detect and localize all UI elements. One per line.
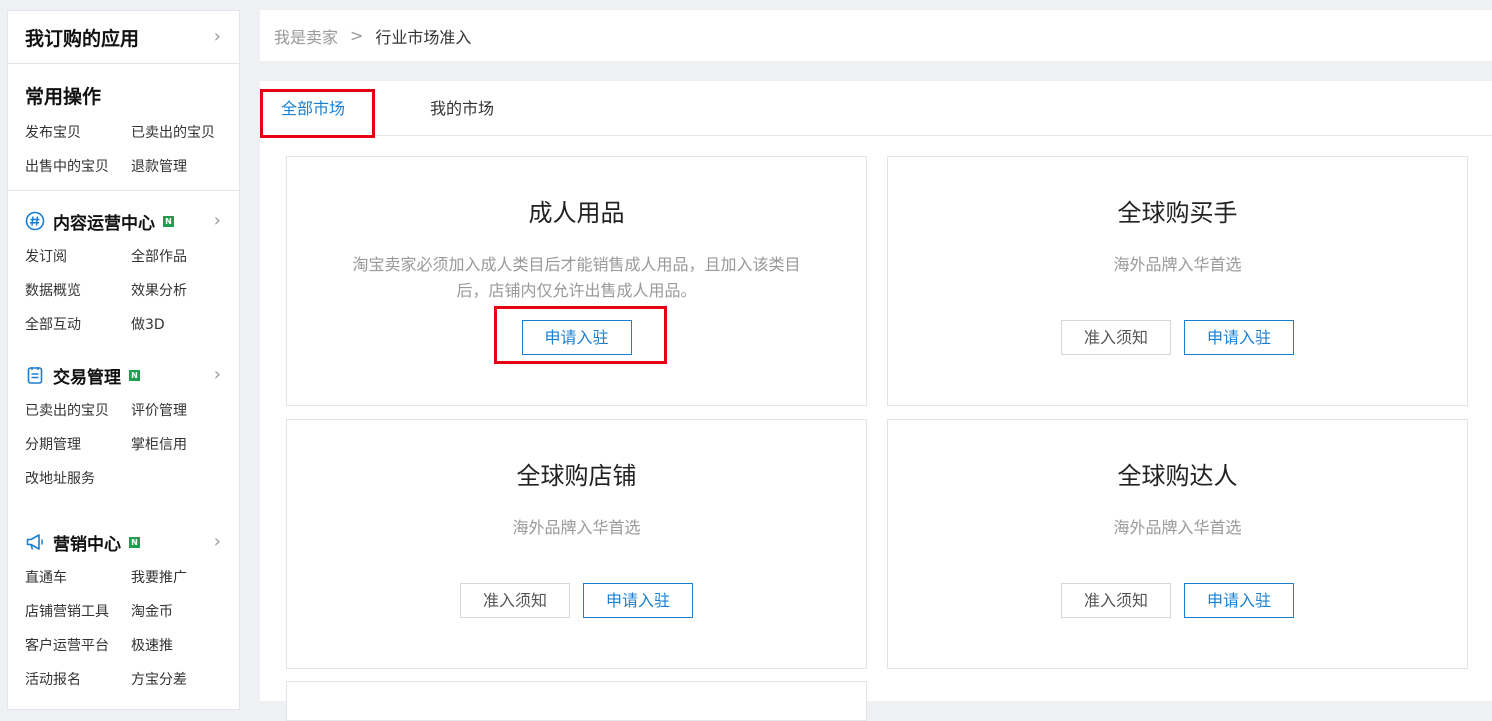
new-badge: N: [129, 369, 140, 381]
common-actions-title: 常用操作: [25, 85, 102, 108]
chevron-right-icon[interactable]: ›: [214, 212, 221, 230]
sidebar-link[interactable]: 活动报名: [25, 663, 131, 697]
market-card: [286, 681, 867, 721]
hashtag-icon: [25, 211, 45, 231]
card-title: 全球购买手: [1117, 199, 1238, 227]
card-description: 海外品牌入华首选: [1113, 255, 1242, 274]
sidebar-link[interactable]: 数据概览: [25, 274, 131, 308]
market-card: 全球购买手 海外品牌入华首选 准入须知 申请入驻: [887, 156, 1468, 406]
card-title: 全球购店铺: [516, 462, 637, 490]
sidebar-link[interactable]: 店铺营销工具: [25, 595, 131, 629]
sidebar-link[interactable]: 效果分析: [131, 274, 241, 308]
sidebar-link[interactable]: 极速推: [131, 629, 241, 663]
chevron-right-icon[interactable]: ›: [214, 28, 221, 46]
sidebar-link[interactable]: 掌柜信用: [131, 428, 241, 462]
apply-button[interactable]: 申请入驻: [583, 583, 693, 618]
notice-button[interactable]: 准入须知: [1061, 320, 1171, 355]
sidebar-link[interactable]: 改地址服务: [25, 462, 131, 496]
trade-title: 交易管理: [53, 367, 121, 388]
content-center-section: 内容运营中心 N › 发订阅 全部作品 数据概览 效果分析 全部互动 做3D: [8, 191, 239, 342]
market-tabs: 全部市场 我的市场: [260, 81, 1492, 138]
highlight-box: [494, 306, 667, 364]
sidebar-link[interactable]: 直通车: [25, 561, 131, 595]
my-apps-header[interactable]: 我订购的应用 ›: [8, 11, 239, 64]
breadcrumb-separator: >: [350, 26, 364, 45]
chevron-right-icon[interactable]: ›: [214, 366, 221, 384]
sidebar-link[interactable]: 客户运营平台: [25, 629, 131, 663]
notice-button[interactable]: 准入须知: [1061, 583, 1171, 618]
card-title: 全球购达人: [1117, 462, 1238, 490]
card-actions: 准入须知 申请入驻: [888, 583, 1467, 618]
content-center-title: 内容运营中心: [53, 213, 155, 234]
market-card: 全球购店铺 海外品牌入华首选 准入须知 申请入驻: [286, 419, 867, 669]
sidebar-link[interactable]: 淘金币: [131, 595, 241, 629]
sidebar-link[interactable]: 发布宝贝: [25, 116, 131, 150]
breadcrumb-root[interactable]: 我是卖家: [274, 24, 338, 48]
megaphone-icon: [25, 532, 45, 552]
clipboard-icon: [25, 365, 45, 385]
chevron-right-icon[interactable]: ›: [214, 533, 221, 551]
apply-button[interactable]: 申请入驻: [1184, 583, 1294, 618]
notice-button[interactable]: 准入须知: [460, 583, 570, 618]
sidebar-link[interactable]: 我要推广: [131, 561, 241, 595]
card-description: 海外品牌入华首选: [512, 518, 641, 537]
sidebar-link[interactable]: 方宝分差: [131, 663, 241, 697]
breadcrumb: 我是卖家 > 行业市场准入: [260, 10, 1492, 61]
sidebar-link[interactable]: 已卖出的宝贝: [131, 116, 241, 150]
marketing-section: 营销中心 N › 直通车 我要推广 店铺营销工具 淘金币 客户运营平台 极速推 …: [8, 496, 239, 697]
tab-my-markets[interactable]: 我的市场: [430, 81, 494, 136]
apply-button[interactable]: 申请入驻: [1184, 320, 1294, 355]
breadcrumb-current: 行业市场准入: [375, 27, 472, 47]
common-actions-section: 常用操作 发布宝贝 已卖出的宝贝 出售中的宝贝 退款管理: [8, 64, 239, 191]
card-description: 淘宝卖家必须加入成人类目后才能销售成人用品，且加入该类目后，店铺内仅允许出售成人…: [352, 255, 801, 300]
sidebar-link[interactable]: 分期管理: [25, 428, 131, 462]
marketing-title: 营销中心: [53, 534, 121, 555]
sidebar-link[interactable]: 评价管理: [131, 394, 241, 428]
sidebar-link[interactable]: 全部互动: [25, 308, 131, 342]
sidebar-link[interactable]: 全部作品: [131, 240, 241, 274]
highlight-box: [260, 89, 375, 138]
trade-section: 交易管理 N › 已卖出的宝贝 评价管理 分期管理 掌柜信用 改地址服务: [8, 342, 239, 496]
sidebar-link[interactable]: 发订阅: [25, 240, 131, 274]
main-panel: 全部市场 我的市场 成人用品 淘宝卖家必须加入成人类目后才能销售成人用品，且加入…: [260, 81, 1492, 721]
new-badge: N: [163, 215, 174, 227]
sidebar-link[interactable]: 做3D: [131, 308, 241, 342]
card-actions: 准入须知 申请入驻: [888, 320, 1467, 355]
new-badge: N: [129, 536, 140, 548]
market-card: 成人用品 淘宝卖家必须加入成人类目后才能销售成人用品，且加入该类目后，店铺内仅允…: [286, 156, 867, 406]
sidebar: 我订购的应用 › 常用操作 发布宝贝 已卖出的宝贝 出售中的宝贝 退款管理 内容…: [7, 10, 240, 710]
card-actions: 准入须知 申请入驻: [287, 583, 866, 618]
sidebar-link[interactable]: 退款管理: [131, 150, 241, 184]
market-card: 全球购达人 海外品牌入华首选 准入须知 申请入驻: [887, 419, 1468, 669]
sidebar-link[interactable]: 出售中的宝贝: [25, 150, 131, 184]
my-apps-title: 我订购的应用: [25, 27, 140, 50]
marketing-header[interactable]: 营销中心 N ›: [25, 526, 239, 558]
card-description: 海外品牌入华首选: [1113, 518, 1242, 537]
sidebar-link[interactable]: 已卖出的宝贝: [25, 394, 131, 428]
trade-header[interactable]: 交易管理 N ›: [25, 359, 239, 391]
card-title: 成人用品: [528, 199, 625, 227]
content-center-header[interactable]: 内容运营中心 N ›: [25, 205, 239, 237]
